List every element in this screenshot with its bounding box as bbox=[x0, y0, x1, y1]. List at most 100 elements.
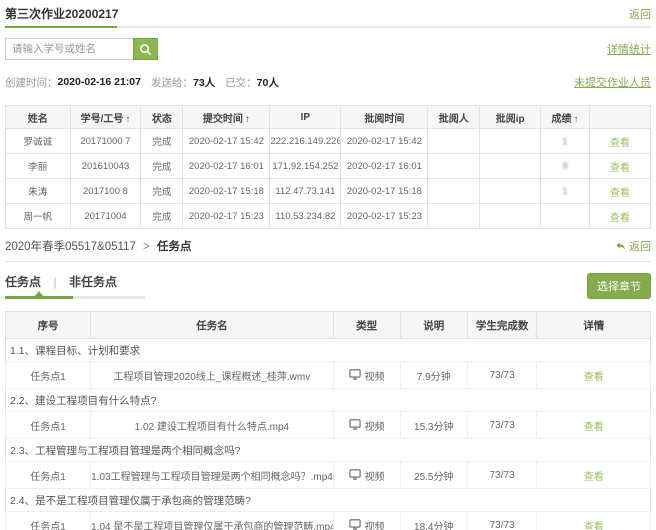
view-link[interactable]: 查看 bbox=[610, 188, 630, 199]
cell-completed: 73/73 bbox=[467, 512, 537, 530]
tabs: 任务点 | 非任务点 bbox=[5, 273, 117, 299]
view-link[interactable]: 查看 bbox=[610, 163, 630, 174]
cell-review: 2020-02-17 15:42 bbox=[341, 129, 428, 154]
cell-status: 完成 bbox=[141, 154, 183, 179]
taskpoint-column-header-说明: 说明 bbox=[400, 312, 467, 339]
cell-task-name: 1.04 是不是工程项目管理仅属于承包商的管理范畴.mp4 bbox=[91, 512, 334, 530]
cell-review_ip bbox=[480, 154, 541, 179]
cell-submit: 2020-02-17 15:18 bbox=[183, 179, 270, 204]
cell-detail: 查看 bbox=[537, 412, 651, 439]
taskpoint-table-body: 1.1、课程目标、计划和要求任务点1工程项目管理2020线上_课程概述_桂萍.w… bbox=[6, 339, 651, 530]
created-time-value: 2020-02-16 21:07 bbox=[58, 76, 141, 88]
cell-type: 视频 bbox=[333, 512, 400, 530]
cell-name: 李丽 bbox=[6, 154, 71, 179]
task-row: 任务点11.02 建设工程项目有什么特点.mp4视频15.3分钟73/73查看 bbox=[6, 412, 651, 439]
chapter-group-row: 2.2、建设工程项目有什么特点? bbox=[6, 389, 651, 412]
cell-id: 20171000 7 bbox=[70, 129, 141, 154]
back-arrow-icon bbox=[615, 241, 626, 252]
view-link[interactable]: 查看 bbox=[584, 472, 604, 483]
cell-review_ip bbox=[480, 129, 541, 154]
unsubmitted-students-link[interactable]: 未提交作业人员 bbox=[574, 74, 651, 90]
cell-submit: 2020-02-17 15:23 bbox=[183, 204, 270, 229]
table-row: 李丽201610043完成2020-02-17 16:01171.92.154.… bbox=[6, 154, 651, 179]
breadcrumb: 2020年春季05517&05117 > 任务点 bbox=[5, 238, 191, 254]
cell-type: 视频 bbox=[333, 462, 400, 489]
page-title: 第三次作业20200217 bbox=[5, 5, 118, 22]
homework-column-header-学号/工号[interactable]: 学号/工号↑ bbox=[70, 106, 141, 129]
tab-underline bbox=[5, 296, 145, 299]
cell-reviewer bbox=[428, 129, 480, 154]
cell-duration: 25.5分钟 bbox=[400, 462, 467, 489]
tab-non-taskpoint[interactable]: 非任务点 bbox=[69, 275, 117, 289]
active-tab-indicator bbox=[5, 296, 73, 299]
title-rule bbox=[5, 26, 651, 28]
type-label: 视频 bbox=[365, 368, 385, 383]
type-label: 视频 bbox=[365, 418, 385, 433]
homework-column-header-提交时间[interactable]: 提交时间↑ bbox=[183, 106, 270, 129]
tab-separator: | bbox=[53, 275, 56, 289]
type-cell: 视频 bbox=[349, 368, 385, 383]
cell-score: 1 bbox=[541, 179, 589, 204]
taskpoint-column-header-序号: 序号 bbox=[6, 312, 91, 339]
sent-to-label: 发送给： bbox=[151, 75, 193, 90]
cell-seq: 任务点1 bbox=[6, 362, 91, 389]
cell-status: 完成 bbox=[141, 129, 183, 154]
homework-column-header-成绩[interactable]: 成绩↑ bbox=[541, 106, 589, 129]
cell-review_ip bbox=[480, 204, 541, 229]
score-value: 9 bbox=[562, 161, 567, 172]
cell-status: 完成 bbox=[141, 204, 183, 229]
search-input[interactable] bbox=[5, 38, 133, 60]
cell-review: 2020-02-17 15:23 bbox=[341, 204, 428, 229]
homework-title-row: 第三次作业20200217 返回 bbox=[5, 0, 651, 22]
view-link[interactable]: 查看 bbox=[584, 422, 604, 433]
search-button[interactable] bbox=[133, 38, 158, 60]
chapter-group-title: 2.3、工程管理与工程项目管理是两个相同概念吗? bbox=[6, 439, 651, 462]
cell-reviewer bbox=[428, 204, 480, 229]
video-monitor-icon bbox=[349, 469, 361, 482]
view-link[interactable]: 查看 bbox=[584, 372, 604, 383]
homework-column-header-批阅ip: 批阅ip bbox=[480, 106, 541, 129]
cell-task-name: 工程项目管理2020线上_课程概述_桂萍.wmv bbox=[91, 362, 334, 389]
taskpoint-table: 序号任务名类型说明学生完成数详情 1.1、课程目标、计划和要求任务点1工程项目管… bbox=[5, 311, 651, 530]
homework-back-link[interactable]: 返回 bbox=[629, 6, 651, 22]
tab-taskpoint[interactable]: 任务点 bbox=[5, 275, 41, 289]
homework-table-body: 罗诚诚20171000 7完成2020-02-17 15:42222.216.1… bbox=[6, 129, 651, 229]
chapter-group-title: 2.2、建设工程项目有什么特点? bbox=[6, 389, 651, 412]
search-row: 详情统计 bbox=[5, 38, 651, 60]
sort-ascending-icon: ↑ bbox=[573, 114, 578, 125]
task-row: 任务点1工程项目管理2020线上_课程概述_桂萍.wmv视频7.9分钟73/73… bbox=[6, 362, 651, 389]
cell-completed: 73/73 bbox=[467, 412, 537, 439]
sent-to-value: 73人 bbox=[193, 75, 215, 90]
type-cell: 视频 bbox=[349, 418, 385, 433]
view-link[interactable]: 查看 bbox=[610, 138, 630, 149]
cell-action: 查看 bbox=[589, 179, 650, 204]
search-box bbox=[5, 38, 158, 60]
homework-column-header-批阅时间: 批阅时间 bbox=[341, 106, 428, 129]
breadcrumb-course[interactable]: 2020年春季05517&05117 bbox=[5, 241, 136, 253]
homework-section: 第三次作业20200217 返回 详情统计 创建时间： 2020-02-16 2… bbox=[5, 0, 651, 229]
view-link[interactable]: 查看 bbox=[610, 213, 630, 224]
video-monitor-icon bbox=[349, 369, 361, 382]
task-row: 任务点11.03工程管理与工程项目管理是两个相同概念吗？.mp4视频25.5分钟… bbox=[6, 462, 651, 489]
view-link[interactable]: 查看 bbox=[584, 522, 604, 530]
video-monitor-icon bbox=[349, 519, 361, 530]
cell-name: 朱涛 bbox=[6, 179, 71, 204]
cell-reviewer bbox=[428, 154, 480, 179]
taskpoint-column-header-类型: 类型 bbox=[333, 312, 400, 339]
table-row: 罗诚诚20171000 7完成2020-02-17 15:42222.216.1… bbox=[6, 129, 651, 154]
homework-column-header-action bbox=[589, 106, 650, 129]
type-label: 视频 bbox=[365, 518, 385, 530]
chapter-group-title: 1.1、课程目标、计划和要求 bbox=[6, 339, 651, 362]
course-back-link[interactable]: 返回 bbox=[615, 238, 651, 254]
cell-seq: 任务点1 bbox=[6, 512, 91, 530]
cell-review: 2020-02-17 15:18 bbox=[341, 179, 428, 204]
divider bbox=[5, 261, 651, 262]
homework-table-header-row: 姓名学号/工号↑状态提交时间↑IP批阅时间批阅人批阅ip成绩↑ bbox=[6, 106, 651, 129]
select-chapter-button[interactable]: 选择章节 bbox=[587, 273, 651, 299]
cell-task-name: 1.03工程管理与工程项目管理是两个相同概念吗？.mp4 bbox=[91, 462, 334, 489]
detail-stats-link[interactable]: 详情统计 bbox=[607, 41, 651, 57]
table-row: 朱涛2017100 8完成2020-02-17 15:18112.47.73.1… bbox=[6, 179, 651, 204]
cell-duration: 15.3分钟 bbox=[400, 412, 467, 439]
type-label: 视频 bbox=[365, 468, 385, 483]
video-monitor-icon bbox=[349, 419, 361, 432]
